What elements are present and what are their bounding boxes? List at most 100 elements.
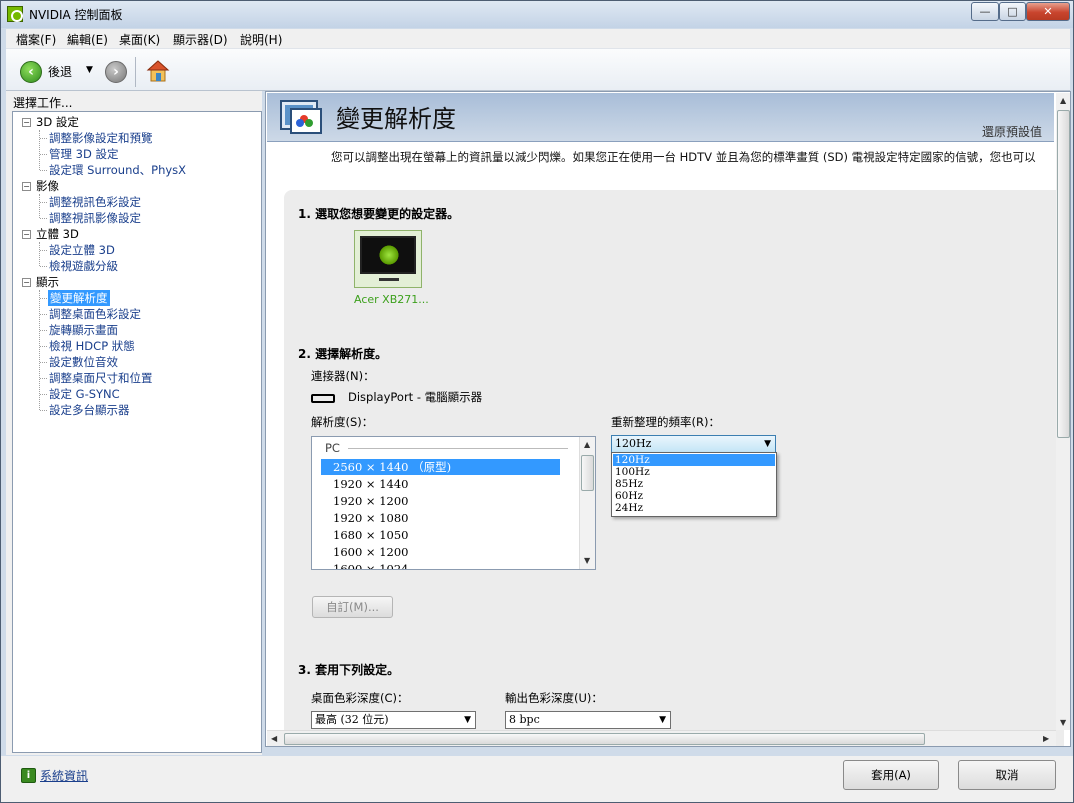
refresh-rate-value: 120Hz (615, 437, 652, 450)
chevron-down-icon: ▼ (764, 439, 771, 449)
back-label[interactable]: 後退 (48, 63, 72, 80)
resolution-label: 解析度(S)： (311, 415, 374, 429)
content-vertical-scrollbar[interactable]: ▲ ▼ (1056, 93, 1070, 730)
tree-item-desktop-color[interactable]: 調整桌面色彩設定 (49, 306, 141, 322)
display-settings-icon (280, 100, 322, 134)
menu-bar: 檔案(F) 編輯(E) 桌面(K) 顯示器(D) 說明(H) (6, 29, 1070, 48)
resolution-option[interactable]: 1920 × 1200 (321, 493, 560, 509)
desktop-color-depth-value: 最高 (32 位元) (315, 713, 389, 726)
refresh-option[interactable]: 60Hz (613, 490, 775, 502)
tree-item-multiple-displays[interactable]: 設定多台顯示器 (49, 402, 130, 418)
resolution-group-label: PC (325, 441, 340, 455)
expander-display[interactable]: − (22, 278, 31, 287)
resolution-option[interactable]: 1920 × 1080 (321, 510, 560, 526)
expander-video[interactable]: − (22, 182, 31, 191)
refresh-option[interactable]: 85Hz (613, 478, 775, 490)
tree-line (39, 290, 40, 410)
connector-label: 連接器(N)： (311, 369, 375, 383)
section3-heading: 3. 套用下列設定。 (298, 663, 400, 677)
minimize-button[interactable]: — (971, 2, 999, 21)
tree-category-display[interactable]: 顯示 (36, 274, 59, 290)
system-info-icon[interactable]: i (21, 768, 36, 783)
tree-category-stereo-3d[interactable]: 立體 3D (36, 226, 79, 242)
output-color-depth-select[interactable]: 8 bpc ▼ (505, 711, 671, 729)
content-horizontal-scrollbar[interactable]: ◀ ▶ (267, 730, 1056, 746)
display-name[interactable]: Acer XB271... (354, 293, 429, 306)
tree-category-video[interactable]: 影像 (36, 178, 59, 194)
resolution-option[interactable]: 1600 × 1024 (321, 561, 560, 569)
refresh-rate-select[interactable]: 120Hz ▼ (611, 435, 776, 453)
resolution-option[interactable]: 1920 × 1440 (321, 476, 560, 492)
displayport-icon (311, 394, 335, 403)
tree-item-desktop-size[interactable]: 調整桌面尺寸和位置 (49, 370, 153, 386)
tree-item-gsync[interactable]: 設定 G-SYNC (49, 386, 120, 402)
apply-button[interactable]: 套用(A) (843, 760, 939, 790)
connector-value: DisplayPort - 電腦顯示器 (348, 390, 483, 404)
menu-display[interactable]: 顯示器(D) (173, 31, 228, 48)
tree-line (39, 242, 40, 266)
cancel-button[interactable]: 取消 (958, 760, 1056, 790)
tree-item-manage-3d-settings[interactable]: 管理 3D 設定 (49, 146, 118, 162)
refresh-option[interactable]: 100Hz (613, 466, 775, 478)
window-title: NVIDIA 控制面板 (29, 8, 123, 22)
desktop-color-depth-select[interactable]: 最高 (32 位元) ▼ (311, 711, 476, 729)
refresh-rate-label: 重新整理的頻率(R)： (611, 415, 720, 429)
output-color-depth-label: 輸出色彩深度(U)： (505, 691, 603, 705)
tree-item-video-color[interactable]: 調整視訊色彩設定 (49, 194, 141, 210)
scroll-up-icon[interactable]: ▲ (584, 440, 590, 449)
tree-item-digital-audio[interactable]: 設定數位音效 (49, 354, 118, 370)
scroll-down-icon[interactable]: ▼ (1060, 718, 1066, 727)
expander-3d-settings[interactable]: − (22, 118, 31, 127)
resolution-option[interactable]: 1600 × 1200 (321, 544, 560, 560)
expander-stereo-3d[interactable]: − (22, 230, 31, 239)
scroll-thumb[interactable] (284, 733, 925, 745)
menu-file[interactable]: 檔案(F) (16, 31, 56, 48)
close-button[interactable]: ✕ (1026, 2, 1070, 21)
tree-item-hdcp-status[interactable]: 檢視 HDCP 狀態 (49, 338, 135, 354)
tree-item-change-resolution[interactable]: 變更解析度 (48, 290, 110, 306)
monitor-icon (360, 236, 416, 274)
tree-item-setup-stereo-3d[interactable]: 設定立體 3D (49, 242, 115, 258)
refresh-rate-dropdown[interactable]: 120Hz 100Hz 85Hz 60Hz 24Hz (611, 452, 777, 517)
refresh-option[interactable]: 24Hz (613, 502, 775, 514)
nvidia-app-icon (7, 6, 23, 22)
system-info-link[interactable]: 系統資訊 (40, 767, 88, 784)
home-icon[interactable] (146, 59, 170, 83)
history-dropdown-icon[interactable]: ▼ (86, 65, 93, 75)
footer-bar: i 系統資訊 套用(A) 取消 (1, 756, 1073, 802)
maximize-button[interactable]: □ (999, 2, 1026, 21)
page-description: 您可以調整出現在螢幕上的資訊量以減少閃爍。如果您正在使用一台 HDTV 並且為您… (331, 150, 1036, 164)
custom-resolution-button[interactable]: 自訂(M)... (312, 596, 393, 618)
back-arrow-icon[interactable]: ‹ (20, 61, 42, 83)
refresh-option[interactable]: 120Hz (613, 454, 775, 466)
scroll-down-icon[interactable]: ▼ (584, 556, 590, 565)
menu-desktop[interactable]: 桌面(K) (119, 31, 160, 48)
resolution-option[interactable]: 1680 × 1050 (321, 527, 560, 543)
tree-item-video-image[interactable]: 調整視訊影像設定 (49, 210, 141, 226)
title-bar[interactable]: NVIDIA 控制面板 — □ ✕ (1, 1, 1073, 28)
scroll-thumb[interactable] (581, 455, 594, 491)
desktop-color-depth-label: 桌面色彩深度(C)： (311, 691, 409, 705)
tree-item-rotate-display[interactable]: 旋轉顯示畫面 (49, 322, 118, 338)
section2-heading: 2. 選擇解析度。 (298, 347, 388, 361)
scroll-thumb[interactable] (1057, 110, 1070, 438)
content-pane: 變更解析度 還原預設值 您可以調整出現在螢幕上的資訊量以減少閃爍。如果您正在使用… (265, 91, 1071, 747)
resolution-scrollbar[interactable]: ▲ ▼ (579, 437, 595, 569)
display-selector-acer[interactable] (354, 230, 422, 288)
tree-item-game-ratings[interactable]: 檢視遊戲分級 (49, 258, 118, 274)
scroll-right-icon[interactable]: ▶ (1043, 734, 1049, 743)
scroll-left-icon[interactable]: ◀ (271, 734, 277, 743)
tree-item-surround-physx[interactable]: 設定環 Surround、PhysX (49, 162, 186, 178)
resolution-listbox[interactable]: PC 2560 × 1440 （原型) 1920 × 1440 1920 × 1… (311, 436, 596, 570)
toolbar: ‹ 後退 ▼ › (6, 48, 1070, 91)
menu-edit[interactable]: 編輯(E) (67, 31, 108, 48)
menu-help[interactable]: 說明(H) (240, 31, 282, 48)
task-tree[interactable]: − 3D 設定 調整影像設定和預覽 管理 3D 設定 設定環 Surround、… (12, 111, 262, 753)
resolution-option[interactable]: 2560 × 1440 （原型) (321, 459, 560, 475)
tree-category-3d-settings[interactable]: 3D 設定 (36, 114, 79, 130)
scroll-up-icon[interactable]: ▲ (1060, 96, 1066, 105)
restore-defaults-link[interactable]: 還原預設值 (982, 123, 1042, 140)
settings-panel: 1. 選取您想要變更的設定器。 Acer XB271... 2. 選擇解析度。 … (284, 190, 1064, 746)
forward-arrow-icon[interactable]: › (105, 61, 127, 83)
tree-item-adjust-image-settings[interactable]: 調整影像設定和預覽 (49, 130, 153, 146)
